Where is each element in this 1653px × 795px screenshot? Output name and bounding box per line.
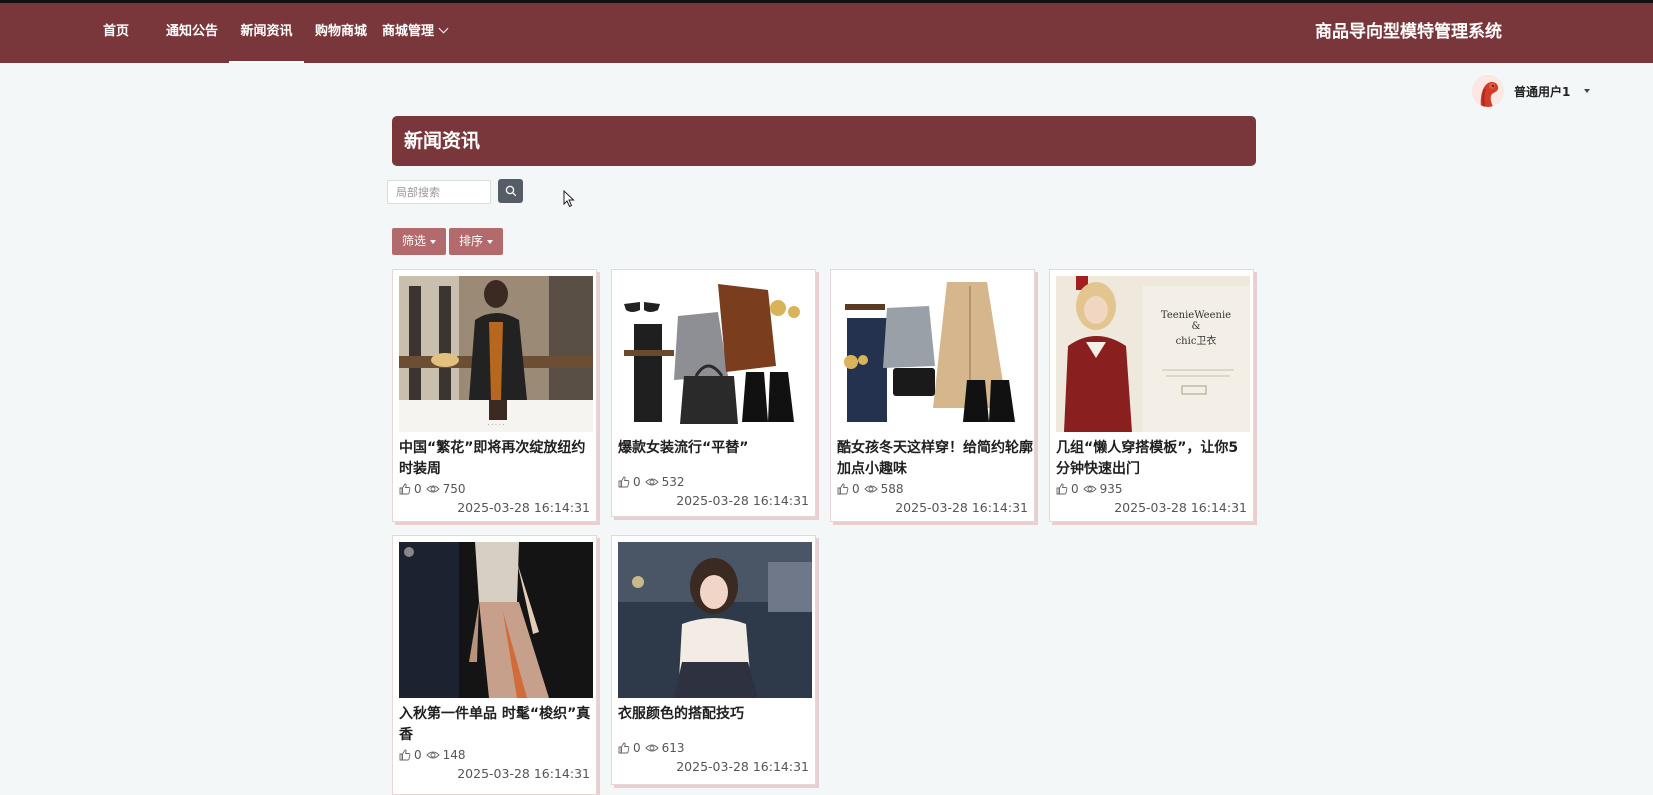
news-title: 衣服颜色的搭配技巧 xyxy=(618,706,744,722)
caret-down-icon xyxy=(430,239,437,244)
like-count: 0 xyxy=(852,482,860,496)
view-count: 935 xyxy=(1099,482,1123,496)
news-stats: 0 588 xyxy=(837,482,908,496)
nav-notices[interactable]: 通知公告 xyxy=(166,3,218,63)
news-stats: 0 750 xyxy=(399,482,470,496)
nav-shop-manage[interactable]: 商城管理 xyxy=(382,3,449,63)
thumbs-up-icon xyxy=(1056,483,1068,495)
view-count: 613 xyxy=(661,741,685,755)
news-card[interactable]: TeenieWeenie & chic卫衣 几组“懒人穿搭模板”，让你5分钟快速出门… xyxy=(1049,269,1254,522)
news-stats: 0 935 xyxy=(1056,482,1127,496)
filter-button-label: 筛选 xyxy=(402,234,427,248)
view-count: 532 xyxy=(661,475,685,489)
view-count: 750 xyxy=(442,482,466,496)
filter-button[interactable]: 筛选 xyxy=(392,228,447,255)
news-card[interactable]: 酷女孩冬天这样穿！给简约轮廓加点小趣味 0 588 2025-03-28 16:… xyxy=(830,269,1035,522)
nav-news[interactable]: 新闻资讯 xyxy=(229,3,304,63)
news-card[interactable]: 衣服颜色的搭配技巧 0 613 2025-03-28 16:14:31 xyxy=(611,535,816,785)
eye-icon xyxy=(864,485,878,493)
news-stats: 0 532 xyxy=(618,475,689,489)
news-image xyxy=(837,276,1031,432)
news-date: 2025-03-28 16:14:31 xyxy=(676,493,809,508)
news-card[interactable]: 爆款女装流行“平替” 0 532 2025-03-28 16:14:31 xyxy=(611,269,816,517)
nav-home[interactable]: 首页 xyxy=(103,3,129,63)
page-title: 新闻资讯 xyxy=(392,116,1256,166)
news-stats: 0 613 xyxy=(618,741,689,755)
eye-icon xyxy=(426,485,440,493)
news-date: 2025-03-28 16:14:31 xyxy=(895,500,1028,515)
top-navbar: 首页 通知公告 新闻资讯 购物商城 商城管理 商品导向型模特管理系统 xyxy=(0,3,1653,63)
news-stats: 0 148 xyxy=(399,748,470,762)
sort-button-label: 排序 xyxy=(459,234,484,248)
thumbs-up-icon xyxy=(618,476,630,488)
view-count: 588 xyxy=(880,482,904,496)
news-card[interactable]: · · · · · 中国“繁花”即将再次绽放纽约时装周 0 750 2025-0… xyxy=(392,269,597,522)
site-brand: 商品导向型模特管理系统 xyxy=(1315,22,1502,42)
chevron-down-icon xyxy=(438,23,449,34)
news-title: 爆款女装流行“平替” xyxy=(618,440,749,456)
like-count: 0 xyxy=(414,748,422,762)
search-input[interactable] xyxy=(387,180,491,204)
caret-down-icon xyxy=(1584,89,1591,93)
search-button[interactable] xyxy=(498,179,523,203)
svg-text:· · · · ·: · · · · · xyxy=(487,422,504,429)
view-count: 148 xyxy=(442,748,466,762)
news-date: 2025-03-28 16:14:31 xyxy=(457,500,590,515)
like-count: 0 xyxy=(633,741,641,755)
thumbs-up-icon xyxy=(399,749,411,761)
news-title: 中国“繁花”即将再次绽放纽约时装周 xyxy=(399,440,586,477)
news-title: 几组“懒人穿搭模板”，让你5分钟快速出门 xyxy=(1056,440,1239,477)
news-card[interactable]: 入秋第一件单品 时髦“梭织”真香 0 148 2025-03-28 16:14:… xyxy=(392,535,597,795)
nav-shop[interactable]: 购物商城 xyxy=(315,3,367,63)
search-icon xyxy=(505,185,516,197)
news-image xyxy=(399,542,593,698)
eye-icon xyxy=(645,478,659,486)
news-image: TeenieWeenie & chic卫衣 xyxy=(1056,276,1250,432)
mouse-cursor-icon xyxy=(563,190,575,208)
like-count: 0 xyxy=(414,482,422,496)
nav-shop-manage-label: 商城管理 xyxy=(382,24,435,39)
news-date: 2025-03-28 16:14:31 xyxy=(676,759,809,774)
eye-icon xyxy=(1083,485,1097,493)
user-menu[interactable]: 普通用户1 xyxy=(1472,73,1591,109)
user-name: 普通用户1 xyxy=(1514,84,1571,99)
eye-icon xyxy=(645,744,659,752)
image-brand-text: TeenieWeenie & chic卫衣 xyxy=(1160,310,1232,347)
thumbs-up-icon xyxy=(399,483,411,495)
eye-icon xyxy=(426,751,440,759)
thumbs-up-icon xyxy=(837,483,849,495)
like-count: 0 xyxy=(633,475,641,489)
like-count: 0 xyxy=(1071,482,1079,496)
news-title: 入秋第一件单品 时髦“梭织”真香 xyxy=(399,706,591,743)
news-image xyxy=(618,276,812,432)
news-image xyxy=(618,542,812,698)
news-title: 酷女孩冬天这样穿！给简约轮廓加点小趣味 xyxy=(837,440,1033,477)
thumbs-up-icon xyxy=(618,742,630,754)
sort-button[interactable]: 排序 xyxy=(449,228,504,255)
avatar xyxy=(1472,75,1504,107)
news-date: 2025-03-28 16:14:31 xyxy=(1114,500,1247,515)
news-date: 2025-03-28 16:14:31 xyxy=(457,766,590,781)
caret-down-icon xyxy=(487,239,494,244)
news-image: · · · · · xyxy=(399,276,593,432)
